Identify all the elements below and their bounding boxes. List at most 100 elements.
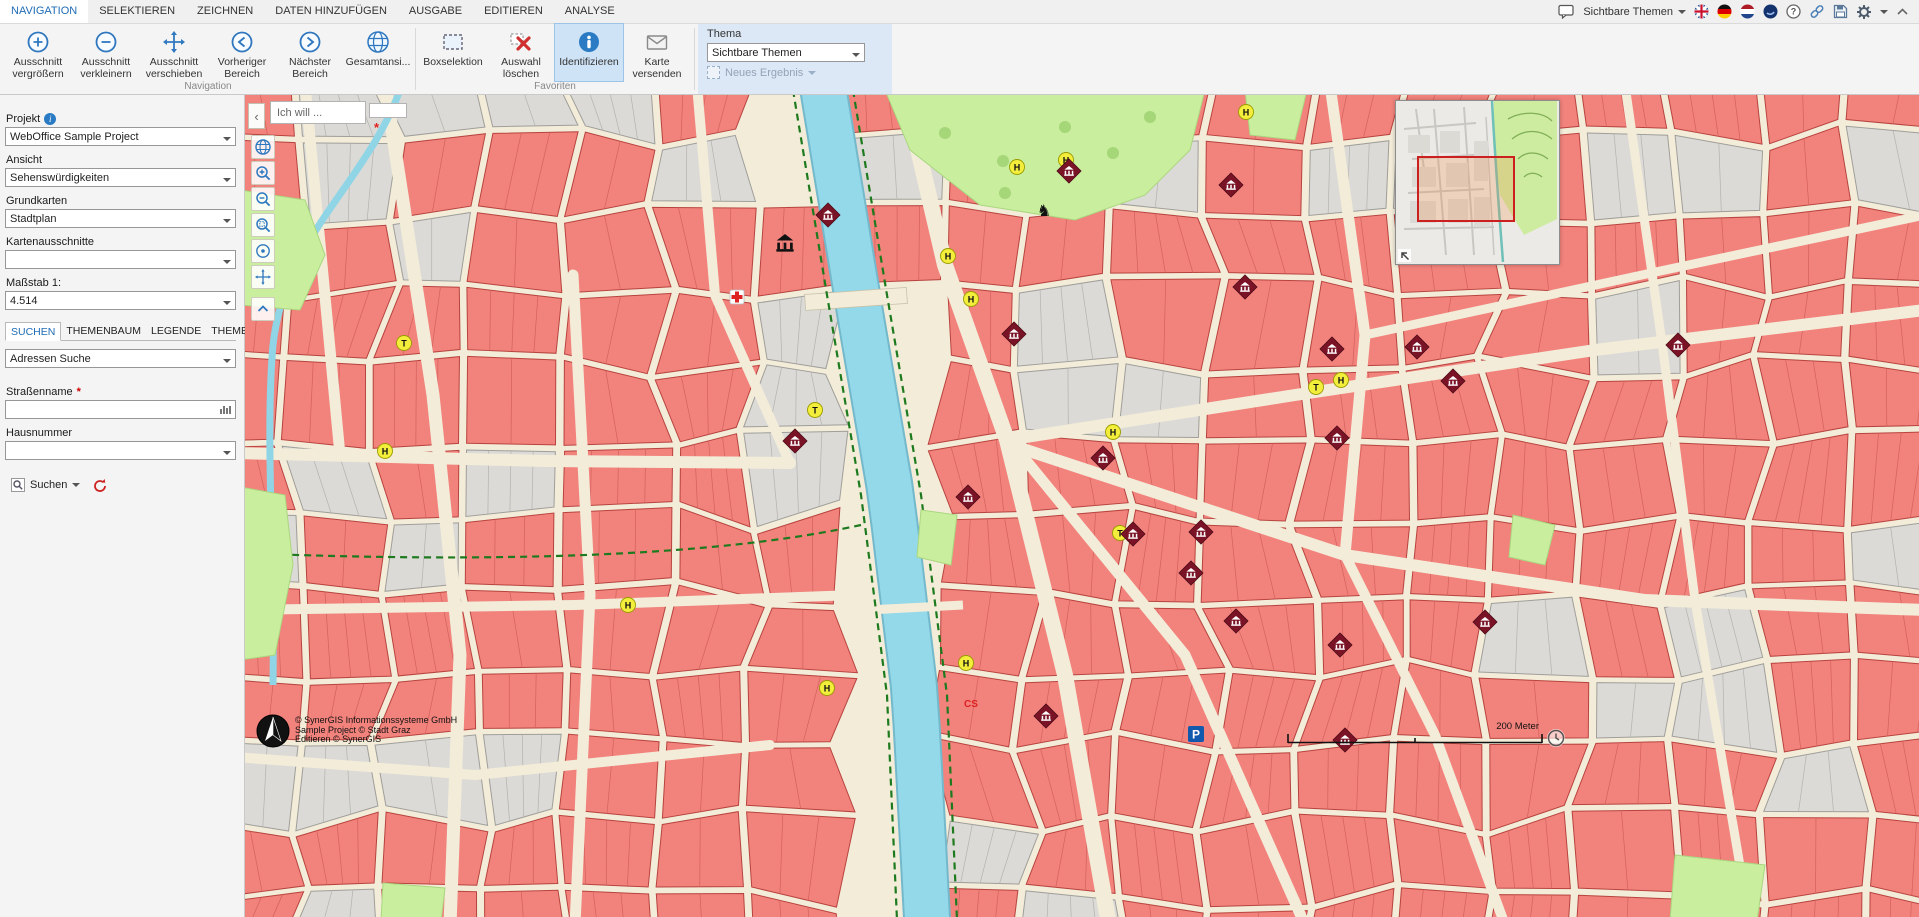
zoom-in-icon [25,28,51,56]
pan-label: Ausschnitt verschieben [140,56,208,80]
reset-search-icon[interactable] [92,478,108,492]
map-marker-hotel: H [1010,160,1025,175]
chevron-down-icon [1678,10,1686,18]
left-panel: Projekt i WebOffice Sample Project Ansich… [0,95,245,917]
menu-tab-ausgabe[interactable]: AUSGABE [398,0,473,23]
zoom-in-label: Ausschnitt vergrößern [4,56,72,80]
box-selection-button[interactable]: Boxselektion [419,24,487,81]
map-marker-hotel: H [621,598,636,613]
speech-bubble-icon[interactable] [1558,3,1575,21]
send-map-button[interactable]: Karte versenden [623,24,691,81]
chevron-down-icon [223,451,231,459]
ansicht-select[interactable]: Sehenswürdigkeiten [5,168,236,187]
chevron-down-icon [223,178,231,186]
full-extent-button[interactable]: Gesamtansi... [344,24,412,81]
app-globe-icon[interactable] [1763,3,1778,21]
thema-select-value: Sichtbare Themen [712,47,802,59]
map-marker-theater: T [1309,380,1324,395]
map-marker-hotel: H [1239,105,1254,120]
map-toolbar-collapse-button[interactable] [251,297,275,321]
kartenausschnitte-label: Kartenausschnitte [6,236,94,248]
search-type-select[interactable]: Adressen Suche [5,349,236,368]
ich-will-search-box[interactable]: Ich will ... [270,101,366,124]
massstab-combo[interactable]: 4.514 [5,291,236,310]
chevron-down-icon [72,483,80,491]
svg-text:T: T [401,339,407,349]
map-center-button[interactable] [251,239,275,263]
massstab-value: 4.514 [10,295,38,307]
next-extent-icon [297,28,323,56]
pan-button[interactable]: Ausschnitt verschieben [140,24,208,81]
svg-text:H: H [382,447,389,457]
overview-map[interactable] [1395,100,1560,265]
collapse-panel-button[interactable]: ‹ [248,103,265,129]
zoom-in-button[interactable]: Ausschnitt vergrößern [4,24,72,81]
strassenname-input[interactable] [5,400,236,419]
svg-text:H: H [963,659,970,669]
tab-themenbaum[interactable]: THEMENBAUM [61,322,146,340]
tab-suchen[interactable]: SUCHEN [5,322,61,341]
chevron-down-icon [808,71,816,79]
zoom-out-button[interactable]: Ausschnitt verkleinern [72,24,140,81]
input-picker-icon[interactable] [220,406,231,414]
map-home-globe-button[interactable] [251,135,275,159]
globe-icon [365,28,391,56]
next-extent-button[interactable]: Nächster Bereich [276,24,344,81]
ansicht-label: Ansicht [6,154,42,166]
menu-tab-analyse[interactable]: ANALYSE [554,0,626,23]
search-type-value: Adressen Suche [10,353,91,365]
menubar-right-tools: Sichtbare Themen ? [1558,0,1919,23]
flag-nl-icon[interactable] [1740,3,1755,21]
identify-icon [576,28,602,56]
settings-caret-icon[interactable] [1880,10,1888,18]
menu-tab-daten-hinzufuegen[interactable]: DATEN HINZUFÜGEN [264,0,398,23]
svg-text:H: H [1338,376,1345,386]
scale-bar: 200 Meter [1287,721,1543,745]
suchen-button[interactable]: Suchen [5,476,86,494]
help-icon[interactable]: ? [1786,3,1801,21]
tab-legende[interactable]: LEGENDE [146,322,206,340]
map-marker-knight: ♞ [1037,201,1051,220]
map-marker-theater: T [808,403,823,418]
chevron-down-icon [223,359,231,367]
suchen-label: Suchen [30,479,67,491]
projekt-label: Projekt [6,113,40,125]
link-icon[interactable] [1809,3,1825,21]
overview-expand-icon[interactable] [1398,249,1411,262]
visible-themes-dropdown[interactable]: Sichtbare Themen [1583,6,1686,18]
time-slider-clock-icon[interactable] [1547,729,1565,747]
ich-will-mini-input[interactable] [369,103,407,118]
map-viewport[interactable]: HHHHHHHHHHHTTTT♞PCS ‹ Ich will ... * [245,95,1919,917]
map-pan-button[interactable] [251,265,275,289]
grundkarten-select[interactable]: Stadtplan [5,209,236,228]
svg-text:H: H [625,601,632,611]
thema-select[interactable]: Sichtbare Themen [707,43,865,62]
save-icon[interactable] [1833,3,1848,21]
menu-tab-editieren[interactable]: EDITIEREN [473,0,554,23]
chevron-down-icon [223,137,231,145]
menu-tab-selektieren[interactable]: SELEKTIEREN [88,0,186,23]
projekt-select[interactable]: WebOffice Sample Project [5,127,236,146]
clear-selection-button[interactable]: Auswahl löschen [487,24,555,81]
ribbon-group-favoriten: Boxselektion Auswahl löschen Identifizie… [419,24,691,94]
map-marker-parking: P [1188,726,1204,742]
info-icon[interactable]: i [44,113,56,125]
map-zoom-in-button[interactable] [251,161,275,185]
map-canvas[interactable]: HHHHHHHHHHHTTTT♞PCS [245,95,1919,917]
map-zoom-window-button[interactable] [251,213,275,237]
collapse-ribbon-icon[interactable] [1896,3,1909,21]
identify-button[interactable]: Identifizieren [555,24,623,81]
svg-text:H: H [824,684,831,694]
flag-de-icon[interactable] [1717,3,1732,21]
previous-extent-button[interactable]: Vorheriger Bereich [208,24,276,81]
box-selection-label: Boxselektion [423,56,483,68]
hausnummer-select[interactable] [5,441,236,460]
menu-tab-zeichnen[interactable]: ZEICHNEN [186,0,264,23]
settings-gear-icon[interactable] [1856,3,1872,21]
map-zoom-out-button[interactable] [251,187,275,211]
menu-tab-navigation[interactable]: NAVIGATION [0,0,88,23]
flag-uk-icon[interactable] [1694,3,1709,21]
box-selection-icon [440,28,466,56]
kartenausschnitte-select[interactable] [5,250,236,269]
svg-text:H: H [1014,163,1021,173]
